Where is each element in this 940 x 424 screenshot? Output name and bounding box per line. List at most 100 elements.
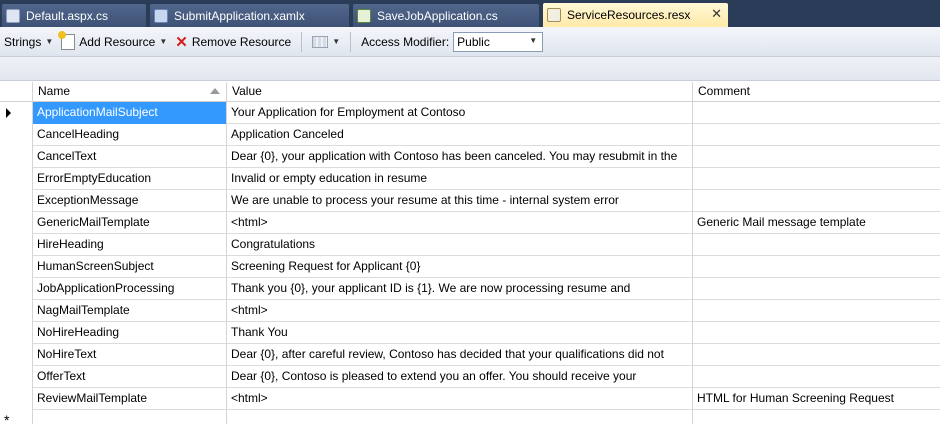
cell-value[interactable]: Your Application for Employment at Conto… xyxy=(227,102,693,124)
cs-file-icon xyxy=(357,8,371,23)
cell-comment[interactable] xyxy=(693,322,940,344)
cell-comment[interactable] xyxy=(693,234,940,256)
xaml-file-icon xyxy=(154,8,168,23)
table-row[interactable]: OfferText Dear {0}, Contoso is pleased to… xyxy=(0,366,940,388)
cell-value[interactable]: Thank You xyxy=(227,322,693,344)
remove-resource-button[interactable]: ✕ Remove Resource xyxy=(171,31,295,53)
row-header[interactable] xyxy=(0,300,33,322)
cell-value[interactable]: Thank you {0}, your applicant ID is {1}.… xyxy=(227,278,693,300)
document-tab-strip: Default.aspx.cs SubmitApplication.xamlx … xyxy=(0,0,940,27)
table-row[interactable]: NoHireHeading Thank You xyxy=(0,322,940,344)
row-header[interactable] xyxy=(0,366,33,388)
column-header-comment[interactable]: Comment xyxy=(693,82,940,102)
row-header[interactable]: * xyxy=(0,410,33,424)
cell-comment[interactable]: HTML for Human Screening Request xyxy=(693,388,940,410)
row-header[interactable] xyxy=(0,212,33,234)
cell-comment[interactable] xyxy=(693,300,940,322)
cell-value[interactable]: Invalid or empty education in resume xyxy=(227,168,693,190)
cell-comment[interactable] xyxy=(693,124,940,146)
cell-value[interactable]: <html> xyxy=(227,388,693,410)
access-modifier-label: Access Modifier: xyxy=(361,34,450,49)
cell-name[interactable]: NoHireHeading xyxy=(33,322,227,344)
remove-resource-label: Remove Resource xyxy=(191,34,292,49)
cell-name[interactable]: GenericMailTemplate xyxy=(33,212,227,234)
cell-name[interactable]: OfferText xyxy=(33,366,227,388)
editor-header-band xyxy=(0,57,940,81)
tab-serviceresources-resx[interactable]: ServiceResources.resx ✕ xyxy=(543,3,728,27)
remove-icon: ✕ xyxy=(175,33,188,51)
tab-submitapplication-xamlx[interactable]: SubmitApplication.xamlx xyxy=(150,4,349,27)
cell-value[interactable]: We are unable to process your resume at … xyxy=(227,190,693,212)
cell-value[interactable] xyxy=(227,410,693,424)
cell-name[interactable]: ReviewMailTemplate xyxy=(33,388,227,410)
cell-value[interactable]: Dear {0}, your application with Contoso … xyxy=(227,146,693,168)
cell-name[interactable] xyxy=(33,410,227,424)
cell-comment[interactable] xyxy=(693,102,940,124)
cell-value[interactable]: <html> xyxy=(227,300,693,322)
cell-comment[interactable] xyxy=(693,146,940,168)
cell-comment[interactable]: Generic Mail message template xyxy=(693,212,940,234)
cell-name[interactable]: CancelText xyxy=(33,146,227,168)
table-row[interactable]: JobApplicationProcessing Thank you {0}, y… xyxy=(0,278,940,300)
table-row[interactable]: ReviewMailTemplate <html> HTML for Human S… xyxy=(0,388,940,410)
row-header[interactable] xyxy=(0,124,33,146)
add-resource-button[interactable]: Add Resource ▼ xyxy=(57,30,171,53)
tab-label: SubmitApplication.xamlx xyxy=(174,8,305,23)
table-row[interactable]: HumanScreenSubject Screening Request for … xyxy=(0,256,940,278)
table-row[interactable]: ExceptionMessage We are unable to process… xyxy=(0,190,940,212)
cell-comment[interactable] xyxy=(693,190,940,212)
cell-comment[interactable] xyxy=(693,366,940,388)
cell-name[interactable]: ErrorEmptyEducation xyxy=(33,168,227,190)
table-row[interactable]: CancelText Dear {0}, your application wit… xyxy=(0,146,940,168)
cell-value[interactable]: Congratulations xyxy=(227,234,693,256)
cell-value[interactable]: Application Canceled xyxy=(227,124,693,146)
cell-comment[interactable] xyxy=(693,256,940,278)
strings-dropdown-button[interactable]: Strings ▼ xyxy=(0,31,57,53)
table-row[interactable]: NoHireText Dear {0}, after careful review… xyxy=(0,344,940,366)
tab-default-aspx-cs[interactable]: Default.aspx.cs xyxy=(2,4,146,27)
cell-name[interactable]: NagMailTemplate xyxy=(33,300,227,322)
close-icon[interactable]: ✕ xyxy=(711,6,722,22)
access-modifier-select[interactable]: Public ▼ xyxy=(453,31,544,52)
new-row[interactable]: * xyxy=(0,410,940,424)
column-header-value[interactable]: Value xyxy=(227,82,693,102)
row-header[interactable] xyxy=(0,102,33,124)
row-header[interactable] xyxy=(0,168,33,190)
column-header-name[interactable]: Name xyxy=(33,82,227,102)
table-row[interactable]: NagMailTemplate <html> xyxy=(0,300,940,322)
views-dropdown-button[interactable]: ▼ xyxy=(308,31,344,53)
row-header[interactable] xyxy=(0,234,33,256)
table-row[interactable]: CancelHeading Application Canceled xyxy=(0,124,940,146)
table-row[interactable]: HireHeading Congratulations xyxy=(0,234,940,256)
row-header[interactable] xyxy=(0,344,33,366)
cell-comment[interactable] xyxy=(693,410,940,424)
row-header[interactable] xyxy=(0,190,33,212)
cell-name[interactable]: HireHeading xyxy=(33,234,227,256)
cell-value[interactable]: Screening Request for Applicant {0} xyxy=(227,256,693,278)
cell-name[interactable]: HumanScreenSubject xyxy=(33,256,227,278)
tab-savejobapplication-cs[interactable]: SaveJobApplication.cs xyxy=(353,4,539,27)
row-header[interactable] xyxy=(0,278,33,300)
chevron-down-icon: ▼ xyxy=(529,35,538,45)
table-row[interactable]: ApplicationMailSubject Your Application f… xyxy=(0,102,940,124)
cell-value[interactable]: Dear {0}, after careful review, Contoso … xyxy=(227,344,693,366)
cell-comment[interactable] xyxy=(693,168,940,190)
row-header[interactable] xyxy=(0,256,33,278)
cs-file-icon xyxy=(6,8,20,23)
add-resource-label: Add Resource xyxy=(79,34,156,49)
row-header[interactable] xyxy=(0,388,33,410)
row-header[interactable] xyxy=(0,146,33,168)
cell-value[interactable]: <html> xyxy=(227,212,693,234)
table-row[interactable]: GenericMailTemplate <html> Generic Mail me… xyxy=(0,212,940,234)
cell-comment[interactable] xyxy=(693,278,940,300)
cell-name[interactable]: CancelHeading xyxy=(33,124,227,146)
grid-header: Name Value Comment xyxy=(0,82,940,102)
cell-comment[interactable] xyxy=(693,344,940,366)
cell-value[interactable]: Dear {0}, Contoso is pleased to extend y… xyxy=(227,366,693,388)
cell-name[interactable]: JobApplicationProcessing xyxy=(33,278,227,300)
cell-name[interactable]: NoHireText xyxy=(33,344,227,366)
cell-name[interactable]: ApplicationMailSubject xyxy=(33,102,227,124)
cell-name[interactable]: ExceptionMessage xyxy=(33,190,227,212)
row-header[interactable] xyxy=(0,322,33,344)
table-row[interactable]: ErrorEmptyEducation Invalid or empty educ… xyxy=(0,168,940,190)
